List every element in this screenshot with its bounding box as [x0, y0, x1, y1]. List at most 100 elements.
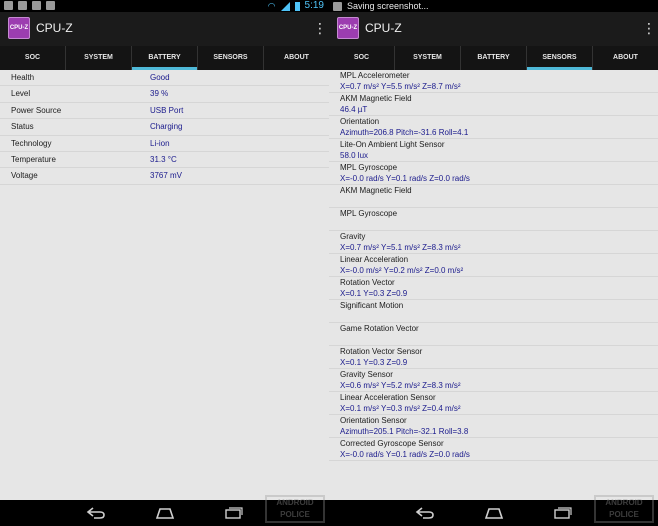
- sensor-row: Game Rotation Vector: [329, 323, 658, 346]
- row-label: Voltage: [11, 171, 38, 181]
- sensor-value: 46.4 µT: [340, 105, 368, 114]
- recent-apps-icon[interactable]: [224, 506, 244, 520]
- notification-icon: [32, 1, 41, 10]
- home-icon[interactable]: [484, 506, 504, 520]
- battery-row-technology: Technology Li-ion: [0, 136, 329, 152]
- image-icon: [4, 1, 13, 10]
- app-logo: CPU-Z: [8, 17, 30, 39]
- home-icon[interactable]: [155, 506, 175, 520]
- sensor-name: Lite-On Ambient Light Sensor: [340, 140, 445, 149]
- recent-apps-icon[interactable]: [553, 506, 573, 520]
- battery-row-health: Health Good: [0, 70, 329, 87]
- sensor-list: MPL Accelerometer X=0.7 m/s² Y=5.5 m/s² Z…: [329, 70, 658, 461]
- sensor-name: AKM Magnetic Field: [340, 94, 412, 103]
- overflow-menu-icon[interactable]: ⋮: [313, 20, 327, 36]
- status-bar: Saving screenshot...: [329, 0, 658, 12]
- row-label: Temperature: [11, 154, 56, 164]
- tab-soc[interactable]: SOC: [329, 46, 395, 70]
- row-label: Level: [11, 89, 31, 99]
- row-label: Health: [11, 73, 35, 82]
- signal-icon: [280, 1, 290, 11]
- sensor-name: Linear Acceleration Sensor: [340, 393, 436, 402]
- row-value: Charging: [150, 122, 183, 132]
- action-bar: CPU-Z CPU-Z ⋮: [329, 12, 658, 46]
- sensor-name: AKM Magnetic Field: [340, 186, 412, 195]
- sensor-value: Azimuth=206.8 Pitch=-31.6 Roll=4.1: [340, 128, 469, 137]
- row-value: 31.3 °C: [150, 154, 177, 164]
- sensor-row: Orientation Sensor Azimuth=205.1 Pitch=-3…: [329, 415, 658, 438]
- image-icon: [18, 1, 27, 10]
- sensor-name: MPL Accelerometer: [340, 71, 410, 80]
- sensor-value: 58.0 lux: [340, 151, 369, 160]
- sensor-row: AKM Magnetic Field 46.4 µT: [329, 93, 658, 116]
- row-value: USB Port: [150, 105, 184, 115]
- right-screen: Saving screenshot... CPU-Z CPU-Z ⋮ SOC S…: [329, 0, 658, 526]
- status-bar: ◠ 5:19: [0, 0, 329, 12]
- row-label: Power Source: [11, 105, 62, 115]
- app-title: CPU-Z: [365, 21, 402, 35]
- tab-about[interactable]: ABOUT: [593, 46, 658, 70]
- sensor-value: X=-0.0 rad/s Y=0.1 rad/s Z=0.0 rad/s: [340, 450, 470, 459]
- row-value: 39 %: [150, 89, 169, 99]
- tab-bar: SOC SYSTEM BATTERY SENSORS ABOUT: [329, 46, 658, 70]
- back-icon[interactable]: [86, 506, 106, 520]
- tab-system[interactable]: SYSTEM: [395, 46, 461, 70]
- status-notification: Saving screenshot...: [347, 1, 429, 11]
- sensor-name: Rotation Vector Sensor: [340, 347, 423, 356]
- app-title: CPU-Z: [36, 21, 73, 35]
- sensor-name: Orientation Sensor: [340, 416, 407, 425]
- tab-sensors[interactable]: SENSORS: [198, 46, 264, 70]
- row-value: Li-ion: [150, 138, 170, 148]
- watermark: ANDROID POLICE: [594, 495, 654, 523]
- sensor-name: Gravity Sensor: [340, 370, 393, 379]
- row-value: Good: [150, 73, 170, 82]
- sensor-name: Gravity: [340, 232, 366, 241]
- watermark: ANDROID POLICE: [265, 495, 325, 523]
- row-value: 3767 mV: [150, 171, 183, 181]
- battery-row-status: Status Charging: [0, 119, 329, 136]
- sensor-row: Gravity Sensor X=0.6 m/s² Y=5.2 m/s² Z=8.…: [329, 369, 658, 392]
- sensor-row: Rotation Vector Sensor X=0.1 Y=0.3 Z=0.9: [329, 346, 658, 369]
- tab-sensors[interactable]: SENSORS: [527, 46, 593, 70]
- sensor-name: Significant Motion: [340, 301, 404, 310]
- clock: 5:19: [304, 0, 324, 11]
- battery-row-power-source: Power Source USB Port: [0, 103, 329, 120]
- sensor-name: Rotation Vector: [340, 278, 395, 287]
- back-icon[interactable]: [415, 506, 435, 520]
- sensor-row: Linear Acceleration Sensor X=0.1 m/s² Y=0…: [329, 392, 658, 415]
- sensor-name: MPL Gyroscope: [340, 209, 398, 218]
- notification-icon: [46, 1, 55, 10]
- sensor-row: AKM Magnetic Field: [329, 185, 658, 208]
- sensor-row: Significant Motion: [329, 300, 658, 323]
- wifi-icon: ◠: [267, 0, 276, 11]
- tab-about[interactable]: ABOUT: [264, 46, 329, 70]
- battery-list: Health Good Level 39 % Power Source USB …: [0, 70, 329, 185]
- sensor-value: X=0.7 m/s² Y=5.5 m/s² Z=8.7 m/s²: [340, 82, 461, 91]
- row-label: Technology: [11, 138, 52, 148]
- battery-row-level: Level 39 %: [0, 86, 329, 103]
- row-label: Status: [11, 122, 34, 132]
- sensor-name: Corrected Gyroscope Sensor: [340, 439, 444, 448]
- navigation-bar: ANDROID POLICE: [329, 495, 658, 526]
- sensor-row: MPL Gyroscope: [329, 208, 658, 231]
- battery-row-voltage: Voltage 3767 mV: [0, 168, 329, 185]
- overflow-menu-icon[interactable]: ⋮: [642, 20, 656, 36]
- app-logo: CPU-Z: [337, 17, 359, 39]
- sensor-row: Gravity X=0.7 m/s² Y=5.1 m/s² Z=8.3 m/s²: [329, 231, 658, 254]
- sensor-row: MPL Gyroscope X=-0.0 rad/s Y=0.1 rad/s Z=…: [329, 162, 658, 185]
- notification-icons: [4, 1, 55, 10]
- sensor-value: X=0.1 Y=0.3 Z=0.9: [340, 358, 408, 367]
- sensor-row: Orientation Azimuth=206.8 Pitch=-31.6 Rol…: [329, 116, 658, 139]
- sensor-name: Linear Acceleration: [340, 255, 409, 264]
- sensor-value: X=-0.0 m/s² Y=0.2 m/s² Z=0.0 m/s²: [340, 266, 464, 275]
- sensor-value: X=0.7 m/s² Y=5.1 m/s² Z=8.3 m/s²: [340, 243, 461, 252]
- sensor-row: Corrected Gyroscope Sensor X=-0.0 rad/s Y…: [329, 438, 658, 461]
- tab-battery[interactable]: BATTERY: [132, 46, 198, 70]
- battery-icon: [294, 1, 300, 11]
- tab-soc[interactable]: SOC: [0, 46, 66, 70]
- left-screen: ◠ 5:19 CPU-Z CPU-Z ⋮ SOC SYSTEM BATTERY …: [0, 0, 329, 526]
- tab-system[interactable]: SYSTEM: [66, 46, 132, 70]
- tab-battery[interactable]: BATTERY: [461, 46, 527, 70]
- sensor-row: MPL Accelerometer X=0.7 m/s² Y=5.5 m/s² Z…: [329, 70, 658, 93]
- sensor-row: Lite-On Ambient Light Sensor 58.0 lux: [329, 139, 658, 162]
